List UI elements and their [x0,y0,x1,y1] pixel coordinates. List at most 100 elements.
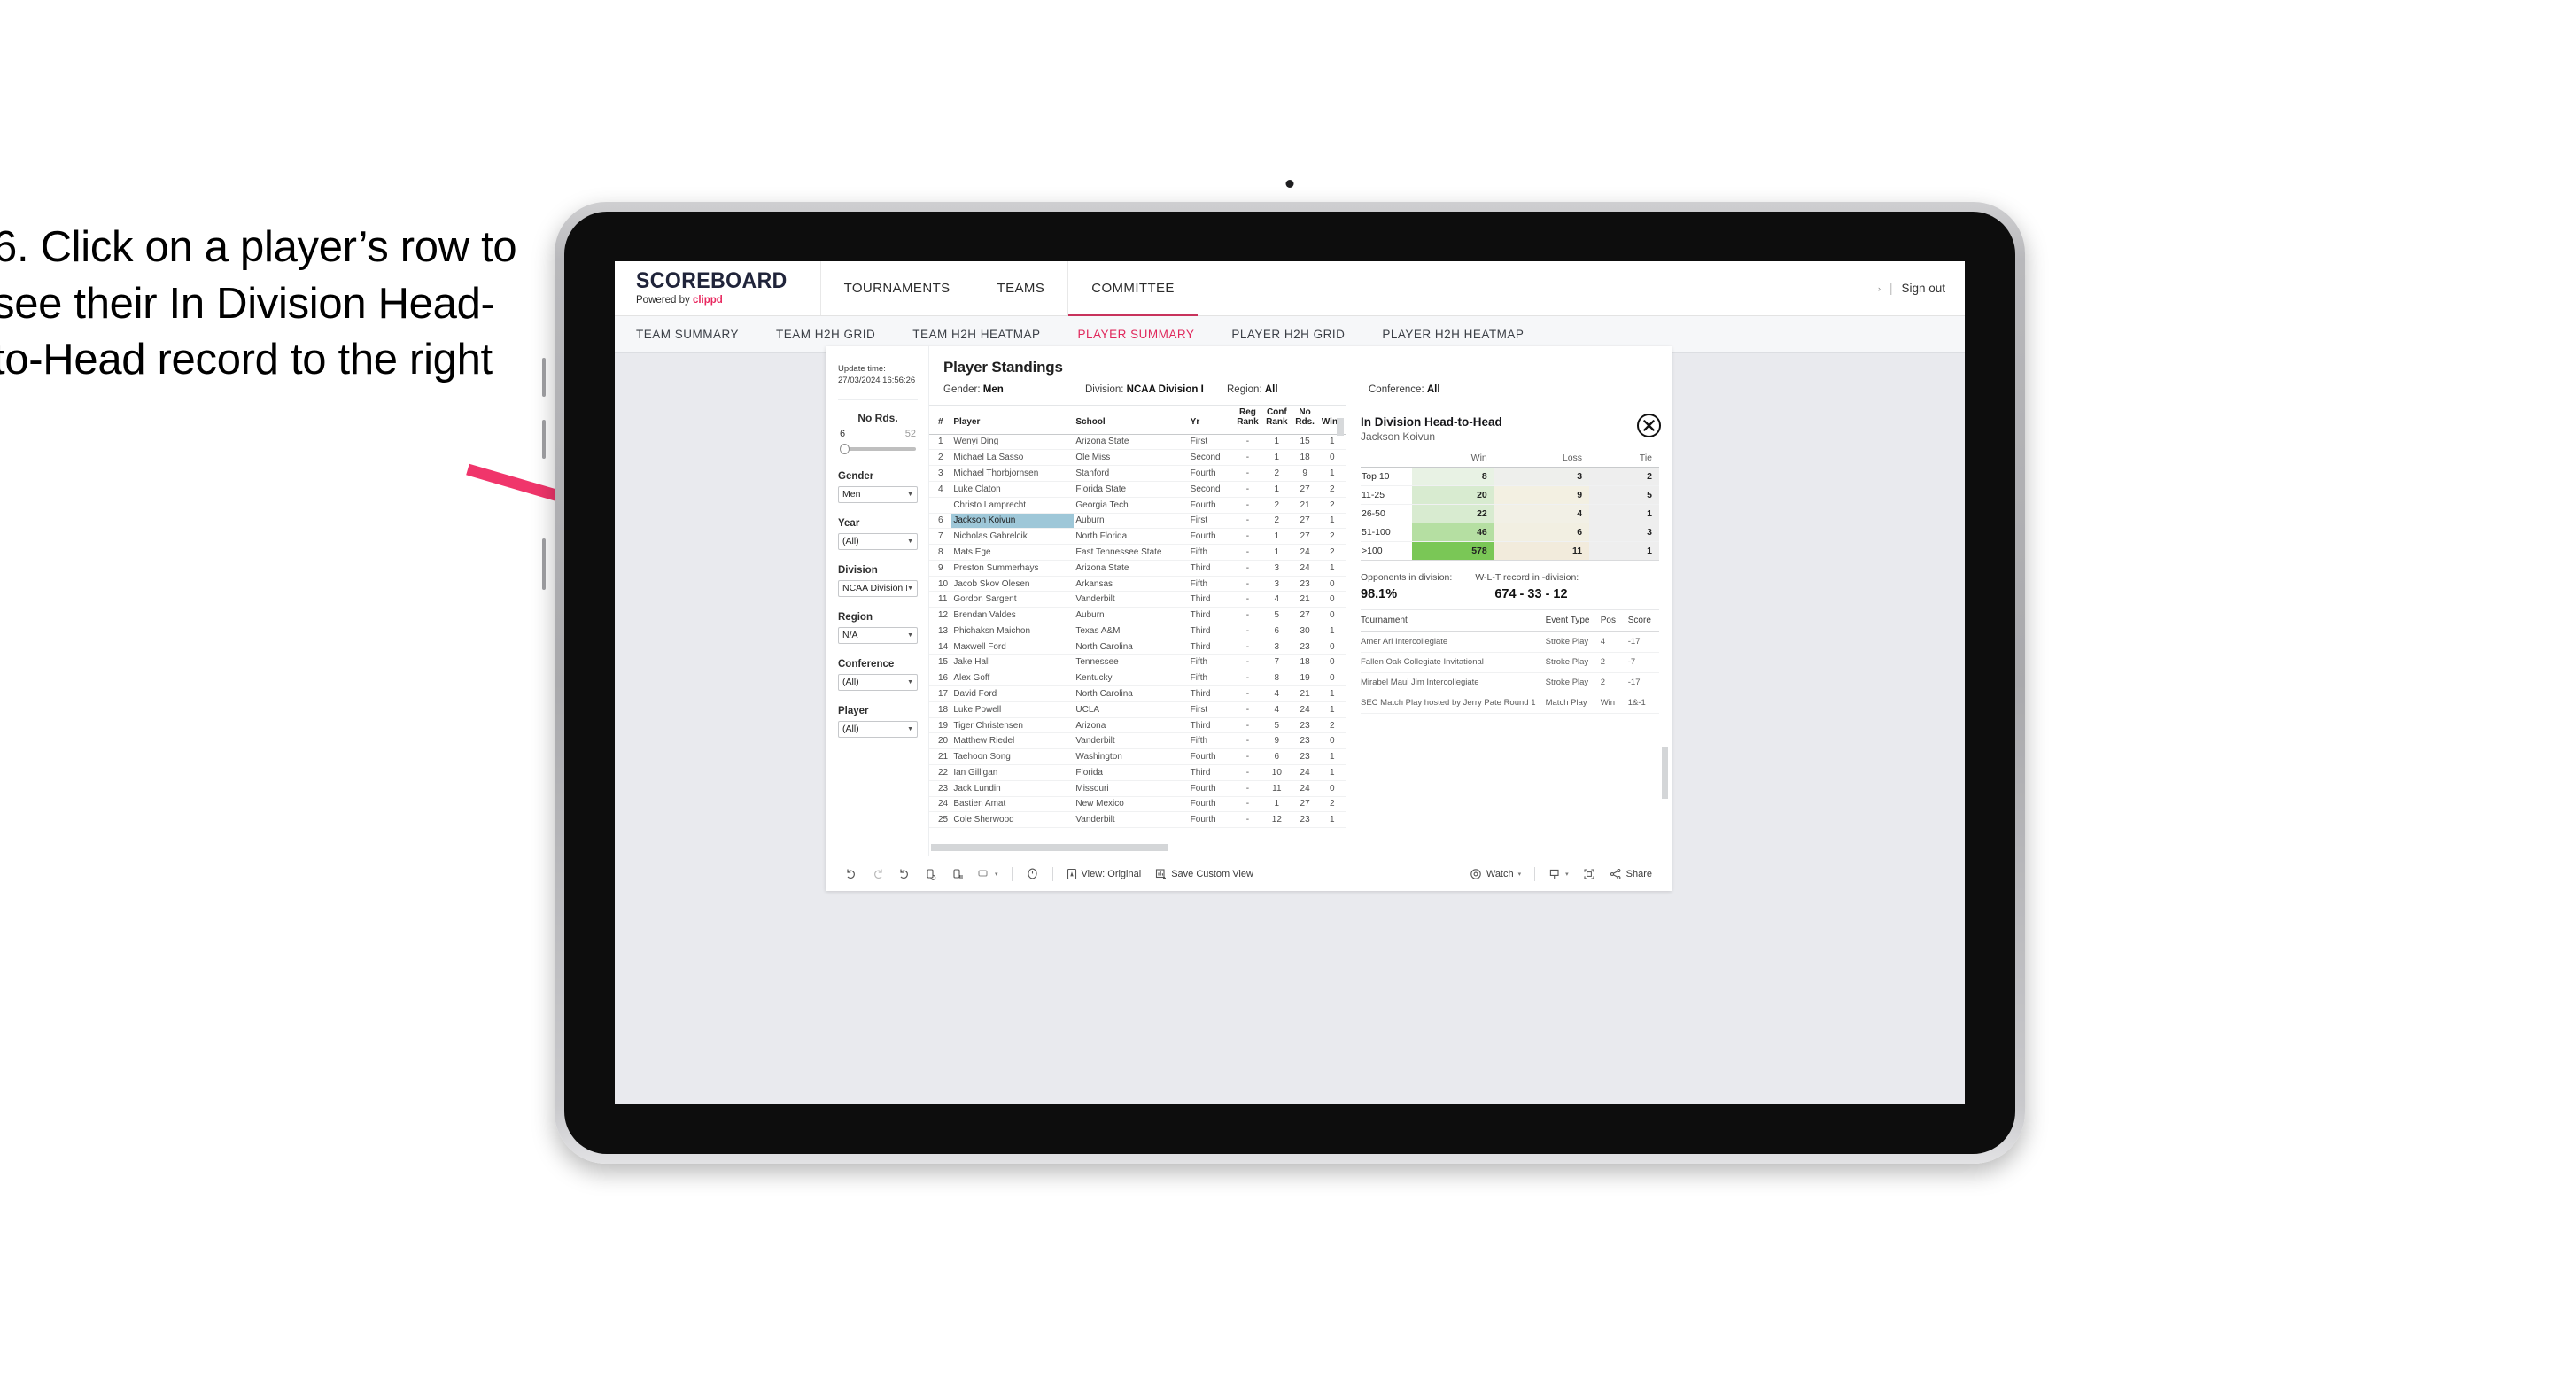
cell-reg: - [1233,591,1262,608]
table-row[interactable]: 12 Brendan Valdes Auburn Third -5 27 0 [929,607,1346,623]
table-row[interactable]: 16 Alex Goff Kentucky Fifth -8 19 0 [929,670,1346,687]
clock-history-button[interactable] [1019,867,1046,880]
cell-rank: 20 [929,732,952,750]
cell-school: North Carolina [1074,685,1189,702]
filter-gender-select[interactable]: Men ▼ [838,485,918,503]
tab-player-h2h-grid[interactable]: PLAYER H2H GRID [1231,328,1345,341]
table-row[interactable]: 7 Nicholas Gabrelcik North Florida Fourth -1… [929,528,1346,546]
cell-rds: 30 [1291,623,1319,639]
table-row[interactable]: Christo Lamprecht Georgia Tech Fourth -2 21 2 [929,497,1346,514]
tournament-row[interactable]: Mirabel Maui Jim Intercollegiate Stroke P… [1361,672,1659,693]
nav-tournaments[interactable]: TOURNAMENTS [819,261,974,315]
cell-player: Matthew Riedel [951,732,1075,750]
matrix-bucket-label: Top 10 [1361,467,1412,487]
tab-player-summary[interactable]: PLAYER SUMMARY [1078,328,1195,341]
table-row[interactable]: 1 Wenyi Ding Arizona State First -1 15 1 [929,434,1346,451]
cell-school: North Carolina [1074,639,1189,655]
filter-player-value: (All) [842,724,859,735]
tournament-row[interactable]: SEC Match Play hosted by Jerry Pate Roun… [1361,693,1659,714]
slider-handle[interactable] [840,443,850,454]
table-row[interactable]: 11 Gordon Sargent Vanderbilt Third -4 21 0 [929,591,1346,608]
table-row[interactable]: 21 Taehoon Song Washington Fourth -6 23 1 [929,748,1346,765]
table-row[interactable]: 6 Jackson Koivun Auburn First -2 27 1 [929,513,1346,530]
cell-rds: 9 [1291,465,1319,482]
table-row[interactable]: 8 Mats Ege East Tennessee State Fifth -1 24 2 [929,544,1346,561]
col-header-school[interactable]: School [1074,406,1189,435]
no-rounds-slider[interactable] [838,442,918,456]
sign-out-link[interactable]: Sign out [1901,282,1945,295]
cell-yr: First [1188,513,1234,530]
slider-track[interactable] [842,446,916,451]
brand-logo[interactable]: SCOREBOARD Powered by clippd [615,261,820,315]
download-button[interactable]: ▾ [1541,868,1576,880]
account-caret-icon[interactable]: › [1878,284,1881,293]
table-row[interactable]: 19 Tiger Christensen Arizona Third -5 23 2 [929,717,1346,734]
applied-conference-label: Conference: [1369,384,1424,395]
tournament-row[interactable]: Amer Ari Intercollegiate Stroke Play 4 -17 [1361,631,1659,653]
col-header-player[interactable]: Player [951,406,1075,435]
cell-rds: 23 [1291,732,1319,750]
tournaments-col-score[interactable]: Score [1627,616,1659,633]
close-circle-icon[interactable] [1637,414,1661,437]
pause-auto-update-button[interactable] [944,868,971,880]
brand-company: clippd [692,295,723,306]
cell-school: Washington [1074,748,1189,765]
table-row[interactable]: 22 Ian Gilligan Florida Third -10 24 1 [929,764,1346,781]
save-custom-view-button[interactable]: Save Custom View [1148,868,1261,880]
vertical-scrollbar[interactable] [1337,418,1344,436]
horizontal-scrollbar[interactable] [931,844,1168,851]
nav-teams[interactable]: TEAMS [973,261,1068,315]
table-row[interactable]: 20 Matthew Riedel Vanderbilt Fifth -9 23 0 [929,732,1346,750]
tournament-row[interactable]: Fallen Oak Collegiate Invitational Stroke… [1361,652,1659,673]
col-header-no-rds[interactable]: No Rds. [1291,406,1319,435]
share-button[interactable]: Share [1602,868,1659,880]
filter-region-select[interactable]: N/A ▼ [838,626,918,644]
undo-button[interactable] [838,868,865,880]
watch-button[interactable]: Watch ▾ [1463,868,1528,880]
tournaments-scrollbar[interactable] [1662,747,1668,799]
table-row[interactable]: 4 Luke Claton Florida State Second -1 27 2 [929,481,1346,498]
cell-rds: 23 [1291,811,1319,829]
nav-committee[interactable]: COMMITTEE [1067,261,1198,316]
table-row[interactable]: 13 Phichaksn Maichon Texas A&M Third -6 30 1 [929,623,1346,639]
tab-team-h2h-heatmap[interactable]: TEAM H2H HEATMAP [912,328,1040,341]
table-row[interactable]: 17 David Ford North Carolina Third -4 21 1 [929,685,1346,702]
cell-player: Wenyi Ding [951,434,1075,451]
applied-region-value: All [1264,384,1278,395]
device-layout-button[interactable]: ▾ [971,869,1005,879]
refresh-data-button[interactable] [918,868,944,880]
tab-team-h2h-grid[interactable]: TEAM H2H GRID [776,328,875,341]
col-header-reg-rank[interactable]: Reg Rank [1233,406,1262,435]
table-row[interactable]: 9 Preston Summerhays Arizona State Third -3 2… [929,560,1346,577]
redo-button[interactable] [865,868,891,880]
revert-button[interactable] [891,868,918,880]
col-header-yr[interactable]: Yr [1188,406,1234,435]
table-row[interactable]: 24 Bastien Amat New Mexico Fourth -1 27 2 [929,796,1346,813]
table-row[interactable]: 10 Jacob Skov Olesen Arkansas Fifth -3 23 0 [929,576,1346,592]
h2h-title: In Division Head-to-Head [1361,415,1502,429]
filter-player-select[interactable]: (All) ▼ [838,720,918,738]
filter-conference-select[interactable]: (All) ▼ [838,673,918,691]
tournaments-col-tournament[interactable]: Tournament [1361,616,1546,633]
cell-yr: Second [1188,481,1234,498]
tab-team-summary[interactable]: TEAM SUMMARY [636,328,739,341]
col-header-[interactable]: # [929,406,952,435]
tournaments-col-event-type[interactable]: Event Type [1545,616,1601,633]
standings-head: # Player School Yr Reg Rank Conf Rank No Rds. Wins [929,406,1346,435]
fullscreen-button[interactable] [1576,868,1602,880]
table-row[interactable]: 25 Cole Sherwood Vanderbilt Fourth -12 23 1 [929,811,1346,829]
table-row[interactable]: 14 Maxwell Ford North Carolina Third -3 23 0 [929,639,1346,655]
table-row[interactable]: 2 Michael La Sasso Ole Miss Second -1 18 0 [929,449,1346,467]
table-row[interactable]: 15 Jake Hall Tennessee Fifth -7 18 0 [929,654,1346,671]
tournament-event-type: Match Play [1545,693,1601,714]
filter-division-select[interactable]: NCAA Division I ▼ [838,579,918,597]
matrix-col-win: Win [1412,453,1494,468]
table-row[interactable]: 18 Luke Powell UCLA First -4 24 1 [929,701,1346,718]
table-row[interactable]: 23 Jack Lundin Missouri Fourth -11 24 0 [929,780,1346,797]
table-row[interactable]: 3 Michael Thorbjornsen Stanford Fourth -2 9 1 [929,465,1346,482]
tab-player-h2h-heatmap[interactable]: PLAYER H2H HEATMAP [1382,328,1524,341]
col-header-conf-rank[interactable]: Conf Rank [1261,406,1292,435]
view-original-button[interactable]: View: Original [1059,868,1149,880]
filter-year-select[interactable]: (All) ▼ [838,532,918,550]
tournaments-col-pos[interactable]: Pos [1600,616,1628,633]
